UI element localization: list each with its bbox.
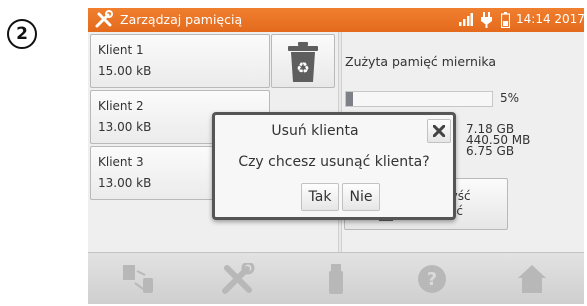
- memory-values: 7.18 GB 440.50 MB 6.75 GB: [466, 123, 530, 158]
- no-button[interactable]: Nie: [342, 183, 380, 211]
- delete-client-button[interactable]: ♻: [271, 34, 335, 88]
- memory-progress-fill: [346, 92, 354, 106]
- transfer-icon: [123, 265, 153, 293]
- usb-button[interactable]: [291, 253, 381, 304]
- battery-icon: [501, 12, 510, 28]
- delete-client-dialog: Usuń klienta Czy chcesz usunąć klienta? …: [212, 112, 456, 220]
- settings-button[interactable]: [193, 253, 283, 304]
- settings-tools-icon: [222, 263, 255, 294]
- client-name: Klient 1: [98, 43, 144, 57]
- tools-icon: [95, 10, 113, 28]
- power-plug-icon: [481, 12, 492, 28]
- close-icon: [433, 125, 445, 137]
- help-button[interactable]: ?: [387, 253, 477, 304]
- main-content: Klient 1 15.00 kB Klient 2 13.00 kB Klie…: [88, 32, 584, 252]
- window-title: Zarządzaj pamięcią: [120, 12, 243, 27]
- dialog-question: Czy chcesz usunąć klienta?: [238, 154, 430, 170]
- client-size: 15.00 kB: [98, 64, 152, 78]
- dialog-title: Usuń klienta: [271, 123, 359, 139]
- home-button[interactable]: [487, 253, 577, 304]
- bottom-toolbar: ?: [88, 252, 584, 304]
- memory-free: 6.75 GB: [466, 144, 515, 158]
- transfer-button[interactable]: [93, 253, 183, 304]
- device-screen: Zarządzaj pamięcią 14:14 2017.12.15 Klie…: [88, 8, 584, 304]
- yes-button[interactable]: Tak: [301, 183, 339, 211]
- trash-icon: ♻: [288, 42, 318, 82]
- memory-usage-label: Zużyta pamięć miernika: [345, 54, 497, 69]
- usb-icon: [329, 264, 343, 294]
- client-item[interactable]: Klient 1 15.00 kB: [90, 34, 270, 88]
- home-icon: [518, 265, 546, 293]
- memory-percent: 5%: [500, 91, 520, 105]
- help-icon: ?: [418, 265, 446, 293]
- dialog-close-button[interactable]: [427, 119, 451, 143]
- signal-icon: [459, 13, 473, 26]
- step-number-badge: 2: [7, 19, 37, 49]
- clock-date: 14:14 2017.12.15: [516, 12, 584, 26]
- memory-progress-bar: [345, 91, 493, 107]
- svg-text:♻: ♻: [296, 59, 309, 77]
- svg-text:?: ?: [427, 269, 437, 290]
- title-bar: Zarządzaj pamięcią 14:14 2017.12.15: [88, 8, 584, 32]
